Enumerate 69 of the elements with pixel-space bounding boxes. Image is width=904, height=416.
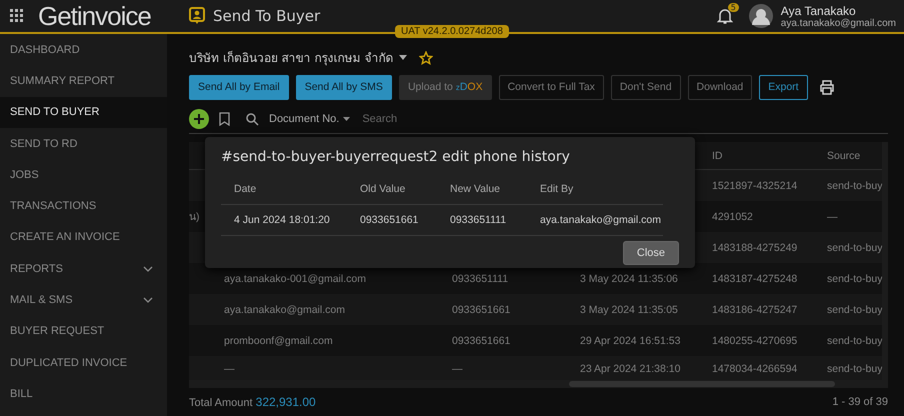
table-cell-text: 0933651661	[452, 304, 512, 316]
table-cell-text: send-to-buy	[827, 180, 884, 192]
table-cell-text: send-to-buy	[827, 334, 884, 347]
total-amount: Total Amount 322,931.00	[189, 395, 316, 410]
notification-count: 5	[728, 2, 739, 12]
action-button[interactable]: Upload to zDOX	[398, 74, 492, 100]
sidebar-item[interactable]: SEND TO RD	[0, 128, 167, 160]
table-cell-text: 0933651111	[452, 272, 510, 285]
table-cell-text: 0933651111	[450, 214, 508, 226]
company-selector[interactable]: บริษัท เก็ตอินวอย สาขา กรุงเกษม จำกัด	[189, 48, 394, 68]
table-cell-text: 23 Apr 2024 21:38:10	[580, 363, 682, 376]
table-cell-text: 0933651661	[360, 214, 420, 226]
user-name: Aya Tanakako	[780, 4, 856, 18]
user-email: aya.tanakako@gmail.com	[780, 18, 896, 28]
table-cell-text: —	[452, 363, 464, 376]
sidebar-item[interactable]: BILL	[0, 378, 167, 410]
table-cell-text: 4291052	[712, 210, 754, 223]
sidebar-item[interactable]: SUMMARY REPORT	[0, 65, 167, 97]
table-cell-text: 29 Apr 2024 16:51:53	[580, 334, 682, 347]
table-cell-text: aya.tanakako@gmail.com	[540, 214, 662, 226]
table-cell-text: 1483187-4275248	[712, 272, 798, 285]
sidebar-item[interactable]: CREATE AN INVOICE	[0, 222, 167, 254]
action-button[interactable]: Export	[759, 74, 808, 100]
sidebar-item[interactable]: TRANSACTIONS	[0, 190, 167, 222]
sidebar-item[interactable]: JOBS	[0, 159, 167, 190]
version-badge: UAT v24.2.0.0274d208	[395, 25, 509, 38]
table-cell-text: aya.tanakako-001@gmail.com	[224, 272, 367, 285]
table-cell-text: send-to-buy	[827, 304, 884, 316]
pagination-info: 1 - 39 of 39	[832, 396, 888, 408]
table-cell-text: 3 May 2024 11:35:06	[580, 272, 679, 285]
table-cell-text: 3 May 2024 11:35:05	[580, 304, 679, 316]
action-button[interactable]: Send All by Email	[189, 74, 289, 100]
action-button[interactable]: Don't Send	[610, 74, 681, 100]
table-cell-text: 1480255-4270695	[712, 334, 798, 347]
column-header: Date	[234, 183, 258, 195]
sidebar-item[interactable]: MAIL & SMS	[0, 284, 167, 316]
table-cell-text: —	[224, 363, 236, 376]
column-header: New Value	[450, 183, 501, 195]
sidebar-item[interactable]: SEND TO BUYER	[0, 96, 167, 128]
field-dropdown[interactable]: Document No.	[269, 113, 350, 126]
table-cell-text: 1521897-4325214	[712, 180, 798, 192]
action-button[interactable]: Send All by SMS	[296, 74, 392, 100]
column-header: Source	[827, 150, 862, 162]
table-cell-text: 1478034-4266594	[712, 363, 798, 376]
table-cell-text: 1483188-4275249	[712, 242, 798, 254]
action-button[interactable]: Download	[688, 74, 752, 100]
table-cell-text: 0933651661	[452, 334, 512, 347]
dialog-title: #send-to-buyer-buyerrequest2 edit phone history	[221, 149, 571, 165]
sidebar-item[interactable]: BUYER REQUEST	[0, 316, 167, 347]
table-cell-text: send-to-buy	[827, 272, 884, 285]
close-button[interactable]: Close	[622, 241, 679, 265]
page-title: Send To Buyer	[213, 7, 320, 25]
column-header: ID	[712, 150, 724, 162]
sidebar-item[interactable]: DUPLICATED INVOICE	[0, 346, 167, 378]
table-cell-text: 4 Jun 2024 18:01:20	[234, 214, 331, 226]
brand-logo: Getinvoice	[38, 0, 152, 32]
sidebar-item[interactable]: DASHBOARD	[0, 34, 167, 66]
action-button[interactable]: Convert to Full Tax	[498, 74, 604, 100]
table-cell-text: send-to-buy	[827, 242, 884, 254]
search-field[interactable]: Search	[360, 112, 480, 126]
table-cell-text: aya.tanakako@gmail.com	[224, 304, 346, 316]
table-cell-text: send-to-buy	[827, 363, 884, 376]
sidebar-item[interactable]: REPORTS	[0, 253, 167, 284]
column-header: Old Value	[360, 183, 406, 195]
table-cell-text: น)	[189, 210, 200, 226]
column-header: Edit By	[540, 183, 574, 195]
table-cell-text: promboonf@gmail.com	[224, 334, 334, 347]
table-cell-text: —	[827, 210, 838, 223]
table-cell-text: 1483186-4275247	[712, 304, 798, 316]
